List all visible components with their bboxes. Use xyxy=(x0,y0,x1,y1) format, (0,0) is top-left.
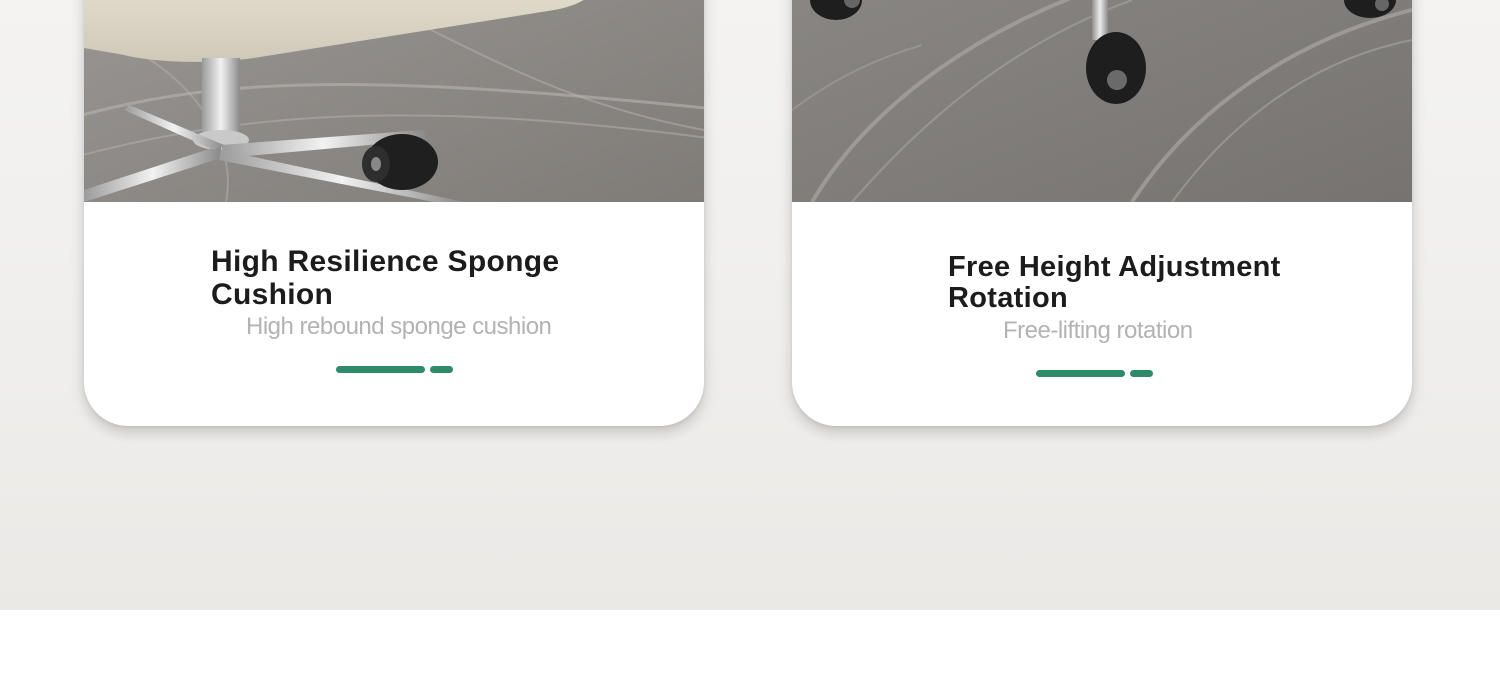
chair-cushion-photo xyxy=(84,0,704,202)
feature-card-cushion: High Resilience Sponge Cushion High rebo… xyxy=(84,0,704,426)
accent-bar-short xyxy=(1130,370,1153,377)
feature-title: High Resilience Sponge Cushion xyxy=(211,245,560,311)
chair-wheels-photo xyxy=(792,0,1412,202)
feature-subtitle: High rebound sponge cushion xyxy=(246,313,552,340)
accent-bar-short xyxy=(430,366,453,373)
accent-bar-long xyxy=(1036,370,1125,377)
feature-title: Free Height Adjustment Rotation xyxy=(948,251,1281,314)
feature-card-height-adjust: Free Height Adjustment Rotation Free-lif… xyxy=(792,0,1412,426)
feature-section: High Resilience Sponge Cushion High rebo… xyxy=(0,0,1500,610)
page-footer-blank xyxy=(0,610,1500,687)
feature-subtitle: Free-lifting rotation xyxy=(1003,317,1193,344)
accent-bar-long xyxy=(336,366,425,373)
